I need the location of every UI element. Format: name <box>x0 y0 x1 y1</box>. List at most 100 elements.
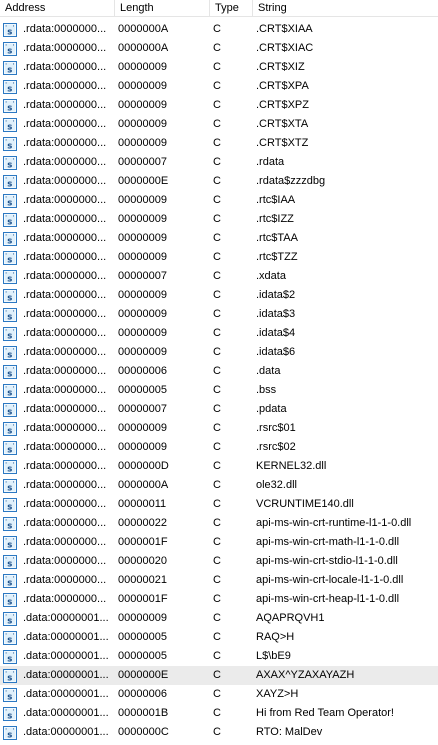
type-cell: C <box>213 308 221 320</box>
table-row[interactable]: ' s ' .data:00000001... 0000001B C Hi from Red… <box>0 704 438 723</box>
table-row[interactable]: ' s ' .rdata:0000000... 00000007 C .pdata <box>0 400 438 419</box>
string-cell: RAQ>H <box>256 631 295 643</box>
svg-text:s: s <box>7 331 12 341</box>
table-row[interactable]: ' s ' .rdata:0000000... 0000001F Capi-ms-win-… <box>0 590 438 609</box>
table-row[interactable]: ' s ' .rdata:0000000... 0000000A Cole32.dll <box>0 476 438 495</box>
string-cell: AQAPRQVH1 <box>256 612 325 624</box>
address-text: .rdata:0000000... <box>23 365 107 377</box>
table-row[interactable]: ' s ' .rdata:0000000... 00000009 C .rtc$TZZ <box>0 248 438 267</box>
address-cell: ' s ' .rdata:0000000... <box>0 77 115 96</box>
string-cell: api-ms-win-crt-heap-l1-1-0.dll <box>256 593 400 605</box>
table-row[interactable]: ' s ' .rdata:0000000... 00000009 C .idata$4 <box>0 324 438 343</box>
table-row[interactable]: ' s ' .rdata:0000000... 0000000A C .CRT$XIAC <box>0 39 438 58</box>
table-row[interactable]: ' s ' .rdata:0000000... 0000001F Capi-ms-win-… <box>0 533 438 552</box>
string-cell: .CRT$XTZ <box>256 137 309 149</box>
table-row[interactable]: ' s ' .rdata:0000000... 00000009 C .idata$6 <box>0 343 438 362</box>
table-row[interactable]: ' s ' .data:00000001... 0000000E C AXAX^YZAXAY… <box>0 666 438 685</box>
table-row[interactable]: ' s ' .rdata:0000000... 00000022 Capi-ms-win-… <box>0 514 438 533</box>
string-cell: .idata$6 <box>256 346 296 358</box>
table-row[interactable]: ' s ' .rdata:0000000... 00000009 C .idata$3 <box>0 305 438 324</box>
string-cell: L$\bE9 <box>256 650 291 662</box>
string-literal-icon: ' s ' <box>3 383 17 398</box>
address-cell: ' s ' .rdata:0000000... <box>0 115 115 134</box>
table-row[interactable]: ' s ' .rdata:0000000... 00000006 C .data <box>0 362 438 381</box>
table-row[interactable]: ' s ' .rdata:0000000... 00000009 C .idata$2 <box>0 286 438 305</box>
table-row[interactable]: ' s ' .data:00000001... 00000006 C XAYZ>H <box>0 685 438 704</box>
table-row[interactable]: ' s ' .data:00000001... 00000005 C L$\bE9 <box>0 647 438 666</box>
svg-text:s: s <box>7 597 12 607</box>
length-cell: 00000009 <box>118 194 167 206</box>
length-cell: 0000001B <box>118 707 169 719</box>
table-row[interactable]: ' s ' .rdata:0000000... 00000009 C .CRT$XPZ <box>0 96 438 115</box>
type-cell: C <box>213 536 221 548</box>
column-header-address[interactable]: Address <box>0 0 115 16</box>
table-row[interactable]: ' s ' .rdata:0000000... 00000011 C VCRUNTIME14… <box>0 495 438 514</box>
svg-text:s: s <box>7 350 12 360</box>
svg-text:s: s <box>7 369 12 379</box>
string-cell: .rsrc$01 <box>256 422 296 434</box>
table-row[interactable]: ' s ' .rdata:0000000... 00000005 C .bss <box>0 381 438 400</box>
string-cell: .CRT$XPA <box>256 80 309 92</box>
table-row[interactable]: ' s ' .rdata:0000000... 0000000E C .rdata$zzzd… <box>0 172 438 191</box>
table-row[interactable]: ' s ' .rdata:0000000... 00000009 C .rtc$IAA <box>0 191 438 210</box>
address-cell: ' s ' .rdata:0000000... <box>0 381 115 400</box>
string-cell: .pdata <box>256 403 287 415</box>
table-row[interactable]: ' s ' .rdata:0000000... 0000000A C .CRT$XIAA <box>0 20 438 39</box>
column-header-type[interactable]: Type <box>210 0 253 16</box>
svg-text:s: s <box>7 730 12 740</box>
length-cell: 00000007 <box>118 156 167 168</box>
string-literal-icon: ' s ' <box>3 231 17 246</box>
string-literal-icon: ' s ' <box>3 668 17 683</box>
string-literal-icon: ' s ' <box>3 497 17 512</box>
table-row[interactable]: ' s ' .rdata:0000000... 00000009 C .CRT$XIZ <box>0 58 438 77</box>
string-literal-icon: ' s ' <box>3 421 17 436</box>
svg-text:s: s <box>7 407 12 417</box>
table-row[interactable]: ' s ' .rdata:0000000... 00000007 C .xdata <box>0 267 438 286</box>
svg-text:s: s <box>7 122 12 132</box>
address-cell: ' s ' .rdata:0000000... <box>0 172 115 191</box>
table-row[interactable]: ' s ' .data:00000001... 0000000C C RTO: MalDev <box>0 723 438 742</box>
address-text: .rdata:0000000... <box>23 137 107 149</box>
string-literal-icon: ' s ' <box>3 630 17 645</box>
table-row[interactable]: ' s ' .rdata:0000000... 00000009 C .rtc$TAA <box>0 229 438 248</box>
table-row[interactable]: ' s ' .rdata:0000000... 00000007 C .rdata <box>0 153 438 172</box>
svg-text:s: s <box>7 255 12 265</box>
address-text: .data:00000001... <box>23 631 109 643</box>
string-cell: .idata$3 <box>256 308 296 320</box>
string-literal-icon: ' s ' <box>3 41 17 56</box>
address-text: .rdata:0000000... <box>23 251 107 263</box>
string-literal-icon: ' s ' <box>3 307 17 322</box>
address-text: .rdata:0000000... <box>23 593 107 605</box>
table-row[interactable]: ' s ' .rdata:0000000... 0000000D C KERNEL32.dl… <box>0 457 438 476</box>
table-row[interactable]: ' s ' .rdata:0000000... 00000020 Capi-ms-win-… <box>0 552 438 571</box>
type-cell: C <box>213 460 221 472</box>
table-row[interactable]: ' s ' .data:00000001... 00000005 C RAQ>H <box>0 628 438 647</box>
address-cell: ' s ' .rdata:0000000... <box>0 457 115 476</box>
string-literal-icon: ' s ' <box>3 725 17 740</box>
type-cell: C <box>213 346 221 358</box>
address-text: .rdata:0000000... <box>23 441 107 453</box>
string-literal-icon: ' s ' <box>3 155 17 170</box>
string-cell: .rsrc$02 <box>256 441 296 453</box>
table-row[interactable]: ' s ' .data:00000001... 00000009 C AQAPRQVH1 <box>0 609 438 628</box>
string-cell: api-ms-win-crt-runtime-l1-1-0.dll <box>256 517 412 529</box>
address-cell: ' s ' .rdata:0000000... <box>0 286 115 305</box>
length-cell: 00000009 <box>118 422 167 434</box>
table-row[interactable]: ' s ' .rdata:0000000... 00000009 C .rsrc$01 <box>0 419 438 438</box>
table-row[interactable]: ' s ' .rdata:0000000... 00000009 C .rtc$IZZ <box>0 210 438 229</box>
table-row[interactable]: ' s ' .rdata:0000000... 00000009 C .rsrc$02 <box>0 438 438 457</box>
type-cell: C <box>213 631 221 643</box>
column-header-length[interactable]: Length <box>115 0 210 16</box>
table-row[interactable]: ' s ' .rdata:0000000... 00000021 Capi-ms-win-… <box>0 571 438 590</box>
length-cell: 00000006 <box>118 365 167 377</box>
table-row[interactable]: ' s ' .rdata:0000000... 00000009 C .CRT$XTZ <box>0 134 438 153</box>
address-text: .rdata:0000000... <box>23 479 107 491</box>
table-row[interactable]: ' s ' .rdata:0000000... 00000009 C .CRT$XTA <box>0 115 438 134</box>
svg-text:s: s <box>7 27 12 37</box>
length-cell: 0000000C <box>118 726 169 738</box>
length-cell: 0000001F <box>118 593 168 605</box>
length-cell: 00000021 <box>118 574 167 586</box>
string-literal-icon: ' s ' <box>3 706 17 721</box>
table-row[interactable]: ' s ' .rdata:0000000... 00000009 C .CRT$XPA <box>0 77 438 96</box>
column-header-string[interactable]: String <box>253 0 438 16</box>
